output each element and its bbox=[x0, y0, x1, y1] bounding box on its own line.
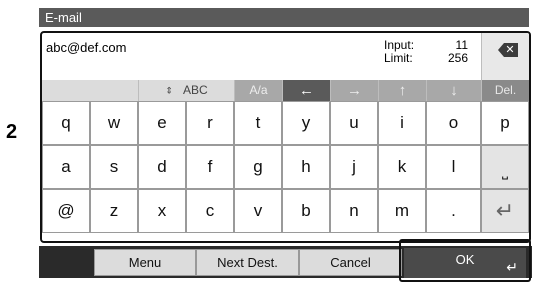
key-o[interactable]: o bbox=[426, 101, 481, 145]
menu-button[interactable]: Menu bbox=[94, 249, 196, 276]
callout-number: 2 bbox=[6, 121, 18, 143]
key-q[interactable]: q bbox=[42, 101, 90, 145]
key-n[interactable]: n bbox=[330, 189, 378, 233]
key-a[interactable]: a bbox=[42, 145, 90, 189]
space-icon: ⎵ bbox=[501, 163, 508, 180]
input-mode-label: ABC bbox=[182, 83, 208, 97]
cancel-button[interactable]: Cancel bbox=[299, 249, 402, 276]
key-b[interactable]: b bbox=[282, 189, 330, 233]
key-f[interactable]: f bbox=[186, 145, 234, 189]
key-l[interactable]: l bbox=[426, 145, 481, 189]
case-toggle-label: A/a bbox=[249, 83, 268, 97]
cursor-up-button[interactable]: ↑ bbox=[378, 80, 426, 101]
key-h[interactable]: h bbox=[282, 145, 330, 189]
input-mode-button[interactable]: ⇕ ABC bbox=[138, 80, 234, 101]
key-w[interactable]: w bbox=[90, 101, 138, 145]
return-icon: ↵ bbox=[506, 259, 518, 275]
key-period[interactable]: . bbox=[426, 189, 481, 233]
input-row: abc@def.com Input: 11 Limit: 256 ✕ bbox=[42, 33, 529, 80]
arrow-down-icon: ↓ bbox=[450, 82, 458, 99]
key-g[interactable]: g bbox=[234, 145, 282, 189]
key-p[interactable]: p bbox=[481, 101, 529, 145]
key-y[interactable]: y bbox=[282, 101, 330, 145]
delete-label: Del. bbox=[494, 83, 517, 97]
key-s[interactable]: s bbox=[90, 145, 138, 189]
character-counter: Input: 11 Limit: 256 bbox=[384, 39, 468, 65]
enter-icon: ↵ bbox=[495, 198, 515, 223]
limit-label: Limit: bbox=[384, 51, 413, 65]
key-u[interactable]: u bbox=[330, 101, 378, 145]
enter-key[interactable]: ↵ bbox=[481, 189, 529, 233]
keyboard-toolbar: ⇕ ABC A/a ← → ↑ ↓ Del. bbox=[42, 80, 529, 101]
key-e[interactable]: e bbox=[138, 101, 186, 145]
key-x[interactable]: x bbox=[138, 189, 186, 233]
mode-toggle-icon: ⇕ bbox=[165, 85, 173, 96]
key-k[interactable]: k bbox=[378, 145, 426, 189]
ok-button[interactable]: OK ↵ bbox=[404, 248, 526, 278]
limit-value: 256 bbox=[447, 51, 468, 65]
key-c[interactable]: c bbox=[186, 189, 234, 233]
key-j[interactable]: j bbox=[330, 145, 378, 189]
key-i[interactable]: i bbox=[378, 101, 426, 145]
key-r[interactable]: r bbox=[186, 101, 234, 145]
cursor-down-button[interactable]: ↓ bbox=[426, 80, 481, 101]
key-z[interactable]: z bbox=[90, 189, 138, 233]
case-toggle-button[interactable]: A/a bbox=[234, 80, 282, 101]
cursor-left-button[interactable]: ← bbox=[282, 80, 330, 101]
space-key[interactable]: ⎵ bbox=[481, 145, 529, 189]
screen-title: E-mail bbox=[39, 8, 529, 27]
email-field[interactable]: abc@def.com bbox=[46, 40, 126, 55]
arrow-right-icon: → bbox=[347, 82, 362, 99]
key-t[interactable]: t bbox=[234, 101, 282, 145]
cursor-right-button[interactable]: → bbox=[330, 80, 378, 101]
toolbar-blank bbox=[42, 80, 138, 101]
next-destination-button[interactable]: Next Dest. bbox=[196, 249, 299, 276]
ok-label: OK bbox=[455, 252, 475, 267]
key-m[interactable]: m bbox=[378, 189, 426, 233]
key-d[interactable]: d bbox=[138, 145, 186, 189]
delete-button[interactable]: Del. bbox=[481, 80, 529, 101]
arrow-left-icon: ← bbox=[299, 82, 314, 99]
key-at[interactable]: @ bbox=[42, 189, 90, 233]
backspace-button[interactable]: ✕ bbox=[481, 33, 529, 80]
arrow-up-icon: ↑ bbox=[398, 82, 407, 99]
email-entry-screen: E-mail abc@def.com Input: 11 Limit: 256 … bbox=[34, 0, 537, 282]
keyboard-panel: abc@def.com Input: 11 Limit: 256 ✕ ⇕ ABC bbox=[40, 31, 531, 243]
backspace-icon: ✕ bbox=[498, 43, 518, 57]
key-v[interactable]: v bbox=[234, 189, 282, 233]
